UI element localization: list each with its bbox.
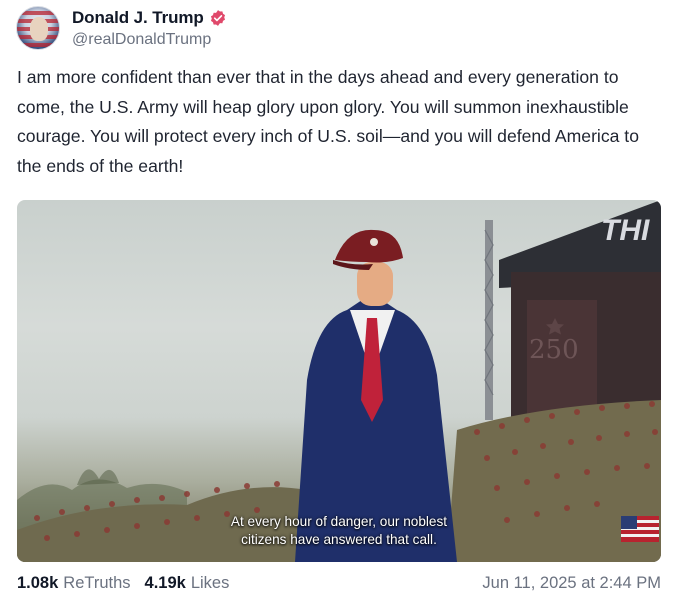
verified-badge-icon <box>210 9 225 26</box>
banner-text: 250 <box>529 335 579 365</box>
retruths-label: ReTruths <box>63 574 131 592</box>
video-thumbnail[interactable]: 250 THI At every hour of danger, our nob… <box>17 200 661 562</box>
caption-line-1: At every hour of danger, our noblest <box>230 514 448 529</box>
likes-count: 4.19k <box>144 574 186 592</box>
post-timestamp[interactable]: Jun 11, 2025 at 2:44 PM <box>482 574 661 593</box>
likes-stat[interactable]: 4.19k Likes <box>145 574 230 593</box>
video-scene: 250 THI <box>17 200 661 562</box>
caption-line-2: citizens have answered that call. <box>241 532 437 547</box>
truth-post: Donald J. Trump @realDonaldTrump I am mo… <box>0 0 682 610</box>
post-footer: 1.08k ReTruths 4.19k Likes Jun 11, 2025 at… <box>17 574 661 593</box>
retruths-count: 1.08k <box>17 574 59 592</box>
stage-sign-text: THI <box>601 214 650 247</box>
video-caption: At every hour of danger, our noblest cit… <box>17 513 661 549</box>
display-name[interactable]: Donald J. Trump <box>72 8 204 28</box>
likes-label: Likes <box>190 574 230 592</box>
post-text: I am more confident than ever that in th… <box>17 67 639 177</box>
handle[interactable]: @realDonaldTrump <box>72 31 227 49</box>
retruths-stat[interactable]: 1.08k ReTruths <box>17 574 131 593</box>
post-header: Donald J. Trump @realDonaldTrump <box>16 6 227 50</box>
author-block: Donald J. Trump @realDonaldTrump <box>72 8 227 49</box>
avatar[interactable] <box>16 6 60 50</box>
